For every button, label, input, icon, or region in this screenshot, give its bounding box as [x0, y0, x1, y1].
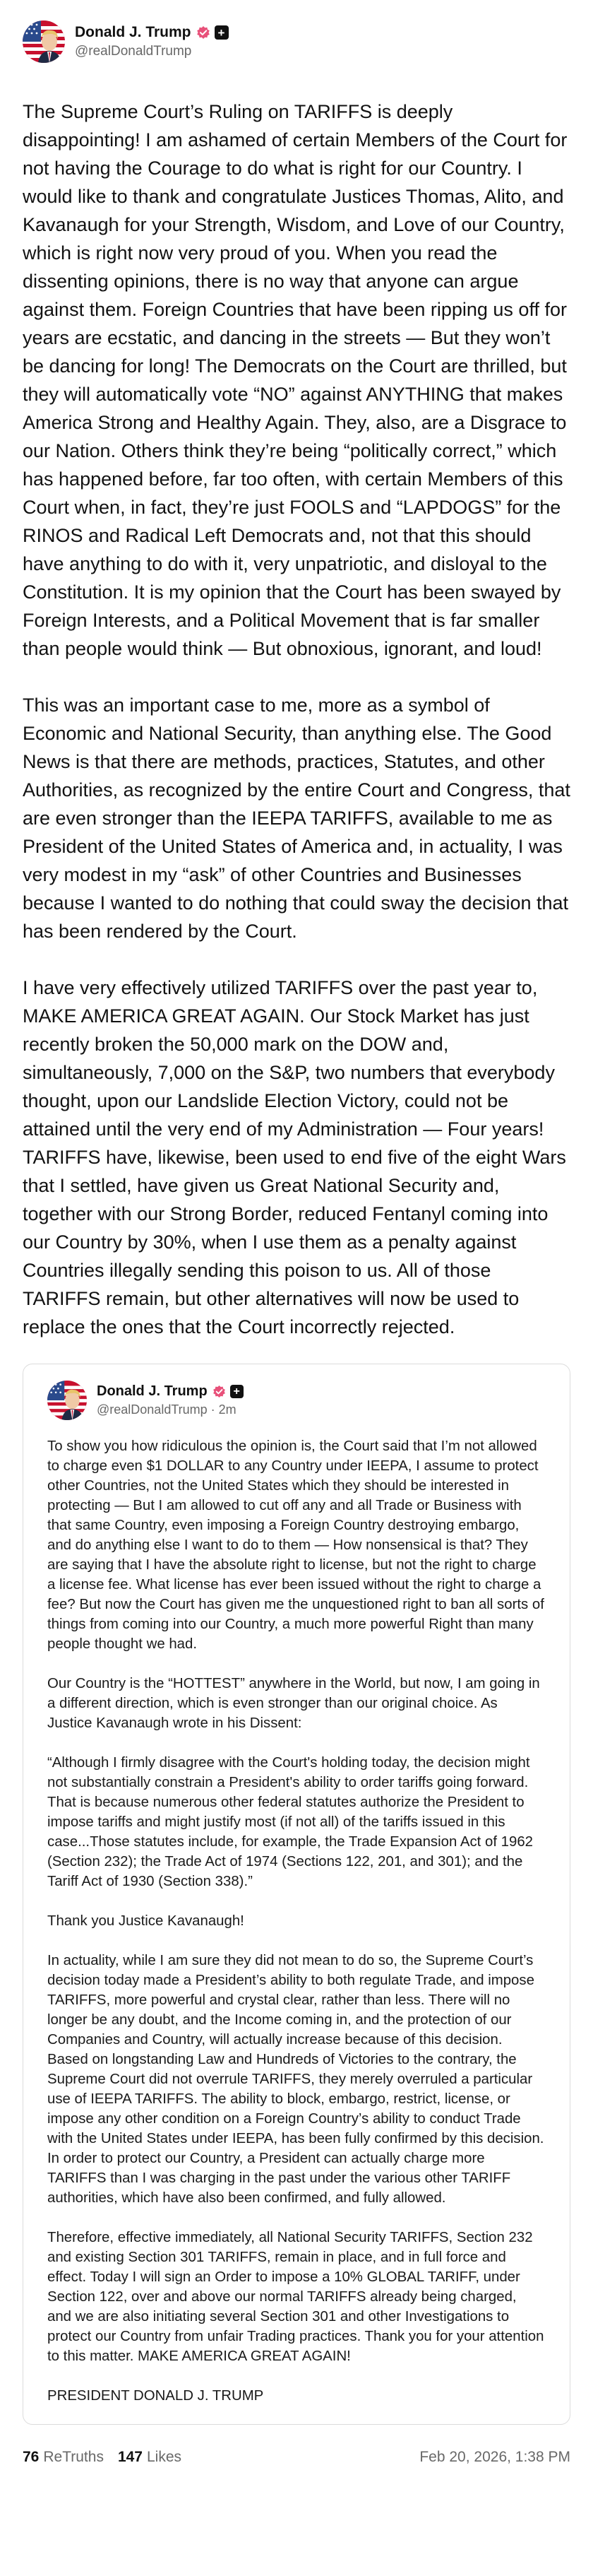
- quote-paragraph: PRESIDENT DONALD J. TRUMP: [47, 2388, 264, 2404]
- quote-paragraph: In actuality, while I am sure they did n…: [47, 1953, 544, 2206]
- quote-header: Donald J. Trump + @realDonaldTrump · 2m: [47, 1380, 546, 1421]
- quote-author-avatar[interactable]: [47, 1381, 87, 1420]
- likes-count: 147: [117, 2449, 143, 2465]
- verified-badge-icon: [212, 1385, 226, 1398]
- verified-badge-icon: [196, 25, 210, 40]
- post-paragraph: I have very effectively utilized TARIFFS…: [23, 977, 566, 1337]
- quote-paragraph: Thank you Justice Kavanaugh!: [47, 1913, 244, 1929]
- quote-paragraph: To show you how ridiculous the opinion i…: [47, 1438, 544, 1652]
- post-timestamp[interactable]: Feb 20, 2026, 1:38 PM: [419, 2449, 570, 2466]
- post-stats: 76 ReTruths 147 Likes: [23, 2449, 196, 2466]
- author-handle[interactable]: @realDonaldTrump: [75, 44, 229, 59]
- quote-body: To show you how ridiculous the opinion i…: [47, 1436, 546, 2406]
- quote-author-names: Donald J. Trump + @realDonaldTrump · 2m: [97, 1383, 244, 1417]
- quote-paragraph: Therefore, effective immediately, all Na…: [47, 2230, 544, 2364]
- quote-paragraph: “Although I firmly disagree with the Cou…: [47, 1755, 534, 1889]
- quote-author-handle-time[interactable]: @realDonaldTrump · 2m: [97, 1402, 244, 1417]
- author-name-row: Donald J. Trump +: [75, 24, 229, 41]
- retruths-stat[interactable]: 76 ReTruths: [23, 2449, 104, 2466]
- truth-post: Donald J. Trump + @realDonaldTrump The S…: [0, 0, 593, 2491]
- author-names: Donald J. Trump + @realDonaldTrump: [75, 24, 229, 59]
- post-body: The Supreme Court’s Ruling on TARIFFS is…: [23, 98, 570, 1341]
- quoted-post[interactable]: Donald J. Trump + @realDonaldTrump · 2m …: [23, 1364, 570, 2425]
- post-footer: 76 ReTruths 147 Likes Feb 20, 2026, 1:38…: [23, 2443, 570, 2471]
- quote-paragraph: Our Country is the “HOTTEST” anywhere in…: [47, 1676, 540, 1731]
- post-header: Donald J. Trump + @realDonaldTrump: [23, 17, 570, 66]
- avatar-flag-icon: [23, 20, 65, 63]
- author-display-name[interactable]: Donald J. Trump: [75, 24, 191, 41]
- likes-stat[interactable]: 147 Likes: [118, 2449, 181, 2466]
- post-paragraph: This was an important case to me, more a…: [23, 695, 570, 942]
- likes-label: Likes: [147, 2449, 182, 2465]
- plus-badge-icon: +: [214, 25, 229, 40]
- quote-author-display-name[interactable]: Donald J. Trump: [97, 1383, 208, 1400]
- retruths-count: 76: [23, 2449, 40, 2465]
- plus-badge-icon: +: [229, 1385, 244, 1398]
- post-paragraph: The Supreme Court’s Ruling on TARIFFS is…: [23, 101, 568, 659]
- avatar-flag-icon: [47, 1381, 87, 1420]
- author-avatar[interactable]: [23, 20, 65, 63]
- quote-author-name-row: Donald J. Trump +: [97, 1383, 244, 1400]
- retruths-label: ReTruths: [43, 2449, 104, 2465]
